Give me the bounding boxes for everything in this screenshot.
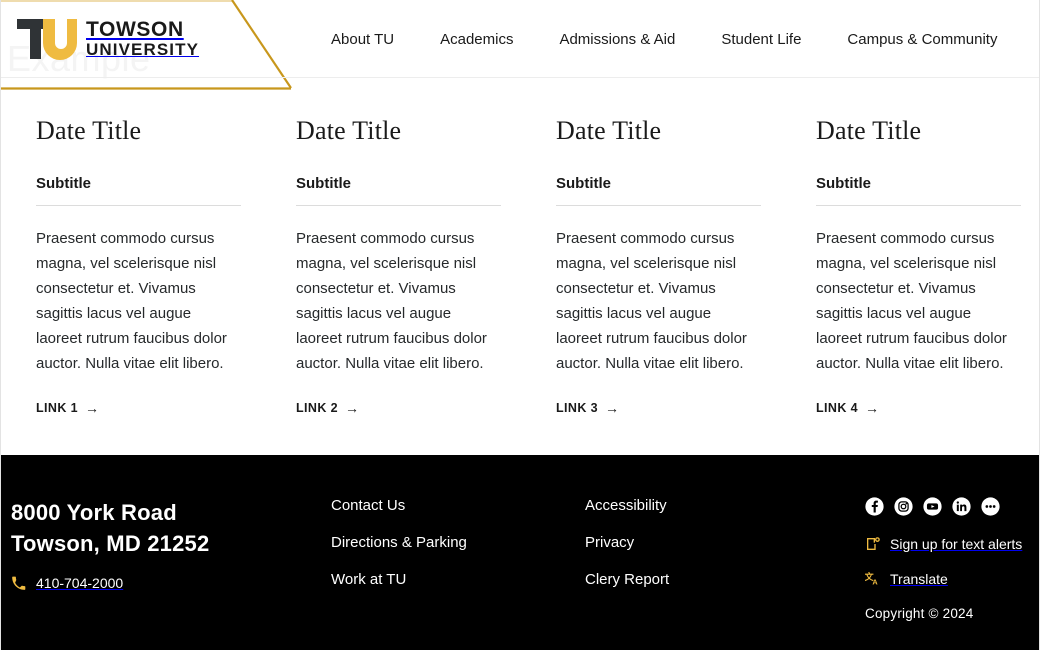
card-4: Date Title Subtitle Praesent commodo cur… xyxy=(781,116,1039,417)
logo-line-2: UNIVERSITY xyxy=(86,40,200,60)
footer-links-column-1: Contact Us Directions & Parking Work at … xyxy=(331,497,585,650)
card-title: Date Title xyxy=(296,116,402,145)
translate-label: Translate xyxy=(890,571,948,587)
mobile-alert-icon xyxy=(867,537,880,550)
phone-icon xyxy=(12,576,26,590)
card-divider xyxy=(556,204,761,206)
page-root: Example TOWSON UNIVERSITY About TU Acade… xyxy=(0,0,1040,650)
logo-wordmark: TOWSON UNIVERSITY xyxy=(86,19,199,59)
footer-link-privacy[interactable]: Privacy xyxy=(585,534,865,551)
youtube-icon[interactable] xyxy=(923,497,942,516)
footer-utility-column: Sign up for text alerts 文 A Translate Co… xyxy=(865,497,1039,650)
text-alerts-label: Sign up for text alerts xyxy=(890,536,1023,552)
card-title: Date Title xyxy=(36,116,142,145)
arrow-right-icon: → xyxy=(865,399,880,416)
more-icon[interactable] xyxy=(981,497,1000,516)
card-subtitle: Subtitle xyxy=(556,174,611,192)
svg-text:A: A xyxy=(872,577,878,586)
address-line-1: 8000 York Road xyxy=(11,500,177,525)
card-divider xyxy=(296,204,501,206)
card-link-label: LINK 1 xyxy=(36,400,78,415)
phone-link[interactable]: 410-704-2000 xyxy=(11,575,331,591)
card-link-3[interactable]: LINK 3 → xyxy=(556,401,619,415)
card-row: Date Title Subtitle Praesent commodo cur… xyxy=(1,90,1039,417)
card-subtitle: Subtitle xyxy=(816,174,871,192)
primary-nav: About TU Academics Admissions & Aid Stud… xyxy=(331,0,1039,78)
nav-item-admissions-aid[interactable]: Admissions & Aid xyxy=(559,25,675,54)
card-link-2[interactable]: LINK 2 → xyxy=(296,401,359,415)
card-body: Praesent commodo cursus magna, vel scele… xyxy=(296,229,487,372)
card-body: Praesent commodo cursus magna, vel scele… xyxy=(36,229,227,372)
footer-links-column-2: Accessibility Privacy Clery Report xyxy=(585,497,865,650)
site-footer: 8000 York Road Towson, MD 21252 410-704-… xyxy=(1,455,1039,650)
footer-link-directions-parking[interactable]: Directions & Parking xyxy=(331,534,585,551)
card-link-1[interactable]: LINK 1 → xyxy=(36,401,99,415)
facebook-icon[interactable] xyxy=(865,497,884,516)
translate-icon: 文 A xyxy=(865,571,878,586)
phone-number: 410-704-2000 xyxy=(36,575,124,591)
footer-link-contact-us[interactable]: Contact Us xyxy=(331,497,585,514)
card-divider xyxy=(816,204,1021,206)
nav-item-academics[interactable]: Academics xyxy=(440,25,513,54)
social-links xyxy=(865,497,1039,516)
nav-item-about-tu[interactable]: About TU xyxy=(331,25,394,54)
card-link-4[interactable]: LINK 4 → xyxy=(816,401,879,415)
footer-link-accessibility[interactable]: Accessibility xyxy=(585,497,865,514)
footer-link-clery-report[interactable]: Clery Report xyxy=(585,571,865,588)
translate-link[interactable]: 文 A Translate xyxy=(865,571,1039,587)
footer-address-column: 8000 York Road Towson, MD 21252 410-704-… xyxy=(1,497,331,650)
card-subtitle: Subtitle xyxy=(296,174,351,192)
card-subtitle: Subtitle xyxy=(36,174,91,192)
arrow-right-icon: → xyxy=(85,399,100,416)
card-title: Date Title xyxy=(556,116,662,145)
card-2: Date Title Subtitle Praesent commodo cur… xyxy=(261,116,521,417)
card-title: Date Title xyxy=(816,116,922,145)
site-header: Example TOWSON UNIVERSITY About TU Acade… xyxy=(1,0,1039,90)
card-divider xyxy=(36,204,241,206)
copyright-text: Copyright © 2024 xyxy=(865,606,974,621)
card-link-label: LINK 4 xyxy=(816,400,858,415)
text-alerts-link[interactable]: Sign up for text alerts xyxy=(865,536,1039,552)
address-line-2: Towson, MD 21252 xyxy=(11,531,210,556)
instagram-icon[interactable] xyxy=(894,497,913,516)
arrow-right-icon: → xyxy=(605,399,620,416)
nav-item-campus-community[interactable]: Campus & Community xyxy=(847,25,997,54)
logo-line-1: TOWSON xyxy=(86,18,184,42)
card-1: Date Title Subtitle Praesent commodo cur… xyxy=(1,116,261,417)
card-link-label: LINK 2 xyxy=(296,400,338,415)
card-link-label: LINK 3 xyxy=(556,400,598,415)
card-body: Praesent commodo cursus magna, vel scele… xyxy=(816,229,1007,372)
tu-logo[interactable]: TOWSON UNIVERSITY xyxy=(15,16,199,62)
arrow-right-icon: → xyxy=(345,399,360,416)
card-3: Date Title Subtitle Praesent commodo cur… xyxy=(521,116,781,417)
footer-link-work-at-tu[interactable]: Work at TU xyxy=(331,571,585,588)
linkedin-icon[interactable] xyxy=(952,497,971,516)
tu-monogram-icon xyxy=(17,19,77,60)
nav-item-student-life[interactable]: Student Life xyxy=(721,25,801,54)
card-body: Praesent commodo cursus magna, vel scele… xyxy=(556,229,747,372)
